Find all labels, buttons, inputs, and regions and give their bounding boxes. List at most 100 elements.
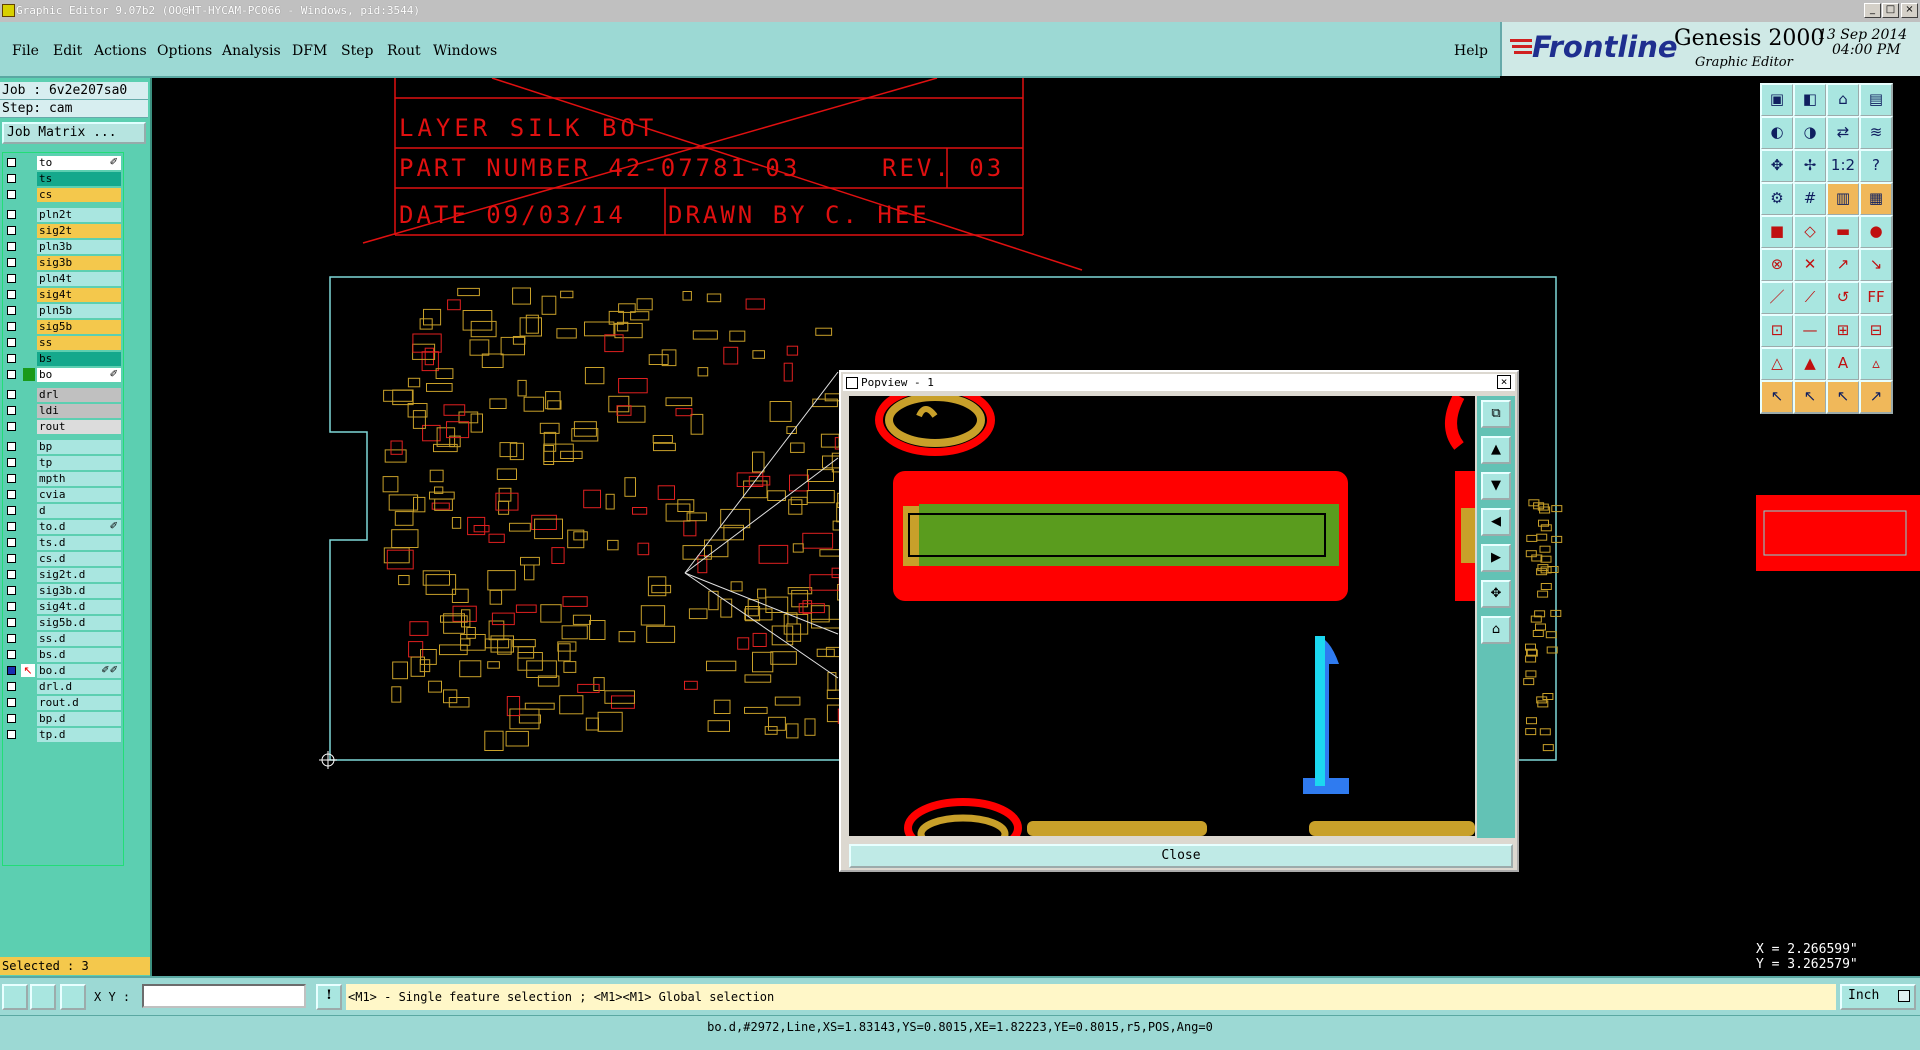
open-icon[interactable]: ▣	[1760, 83, 1794, 117]
layer-row[interactable]: bp.d	[3, 712, 121, 726]
layer-checkbox[interactable]	[7, 490, 16, 499]
circle-icon[interactable]: ●	[1859, 215, 1893, 249]
layer-checkbox[interactable]	[7, 422, 16, 431]
save-icon[interactable]: ◧	[1793, 83, 1827, 117]
triangle-icon[interactable]: △	[1760, 347, 1794, 381]
layer-checkbox[interactable]	[7, 210, 16, 219]
layer-checkbox[interactable]	[7, 274, 16, 283]
popview-close-icon[interactable]: ×	[1497, 375, 1511, 389]
layer-row[interactable]: pln4t	[3, 272, 121, 286]
home-icon[interactable]: ⌂	[1826, 83, 1860, 117]
popview-canvas[interactable]	[849, 396, 1475, 836]
layer-checkbox[interactable]	[7, 390, 16, 399]
select-window-icon[interactable]: ⊡	[1760, 314, 1794, 348]
pointer-multi-icon[interactable]: ↗	[1859, 380, 1893, 414]
layer-flip-icon[interactable]: ≋	[1859, 116, 1893, 150]
layer-checkbox[interactable]	[7, 730, 16, 739]
snap-icon[interactable]	[2, 984, 28, 1010]
layer-left-icon[interactable]: ◐	[1760, 116, 1794, 150]
layer-row[interactable]: bo ✐	[3, 368, 121, 382]
popview-close-button[interactable]: Close	[849, 844, 1513, 868]
triangle-b-icon[interactable]: ▵	[1859, 347, 1893, 381]
maximize-button[interactable]: □	[1882, 3, 1899, 18]
layer-row[interactable]: ss	[3, 336, 121, 350]
popview-home-icon[interactable]: ⌂	[1481, 616, 1511, 644]
layer-row[interactable]: bp	[3, 440, 121, 454]
menu-actions[interactable]: Actions	[94, 43, 147, 59]
layer-checkbox[interactable]	[7, 474, 16, 483]
layer-checkbox[interactable]	[7, 226, 16, 235]
popview-menu-icon[interactable]	[846, 377, 858, 389]
ff-icon[interactable]: FF	[1859, 281, 1893, 315]
info-icon[interactable]: !	[316, 984, 342, 1010]
window-icon[interactable]: ▤	[1859, 83, 1893, 117]
layer-row[interactable]: ts	[3, 172, 121, 186]
swap-icon[interactable]: ⇄	[1826, 116, 1860, 150]
layer-checkbox[interactable]	[7, 698, 16, 707]
layer-row[interactable]: pln3b	[3, 240, 121, 254]
arc-icon[interactable]: ↺	[1826, 281, 1860, 315]
grid-icon[interactable]	[60, 984, 86, 1010]
cut-icon[interactable]: ✕	[1793, 248, 1827, 282]
popview-zoom-in-icon[interactable]: ⧉	[1481, 400, 1511, 428]
layer-row[interactable]: ↖ bo.d ✐✐	[3, 664, 121, 678]
layer-row[interactable]: mpth	[3, 472, 121, 486]
scale-1-2-icon[interactable]: 1:2	[1826, 149, 1860, 183]
layer-checkbox[interactable]	[7, 442, 16, 451]
layer-row[interactable]: sig3b.d	[3, 584, 121, 598]
layer-row[interactable]: to ✐	[3, 156, 121, 170]
select-box-icon[interactable]: ⊞	[1826, 314, 1860, 348]
layer-row[interactable]: tp	[3, 456, 121, 470]
layer-checkbox[interactable]	[7, 570, 16, 579]
layer-row[interactable]: sig4t	[3, 288, 121, 302]
layer-checkbox[interactable]	[7, 406, 16, 415]
measure-icon[interactable]	[30, 984, 56, 1010]
layer-row[interactable]: sig5b.d	[3, 616, 121, 630]
job-matrix-button[interactable]: Job Matrix ...	[2, 122, 146, 144]
snap-setting-icon[interactable]: ⚙	[1760, 182, 1794, 216]
xy-input[interactable]	[142, 984, 306, 1008]
menu-options[interactable]: Options	[157, 43, 212, 59]
menu-analysis[interactable]: Analysis	[222, 43, 281, 59]
menu-edit[interactable]: Edit	[53, 43, 82, 59]
layer-right-icon[interactable]: ◑	[1793, 116, 1827, 150]
layer-row[interactable]: ldi	[3, 404, 121, 418]
layer-row[interactable]: tp.d	[3, 728, 121, 742]
zoom-fit-icon[interactable]: ✥	[1760, 149, 1794, 183]
layer-row[interactable]: d	[3, 504, 121, 518]
popview-pan-right-icon[interactable]: ▶	[1481, 544, 1511, 572]
layer-checkbox[interactable]	[7, 682, 16, 691]
layer-row[interactable]: ts.d	[3, 536, 121, 550]
layer-checkbox[interactable]	[7, 322, 16, 331]
layer-checkbox[interactable]	[7, 714, 16, 723]
pointer-icon[interactable]: ↖	[1760, 380, 1794, 414]
layer-row[interactable]: sig2t	[3, 224, 121, 238]
menu-step[interactable]: Step	[341, 43, 373, 59]
popview-fit-icon[interactable]: ✥	[1481, 580, 1511, 608]
layer-checkbox[interactable]	[7, 554, 16, 563]
layer-row[interactable]: bs.d	[3, 648, 121, 662]
layer-row[interactable]: pln5b	[3, 304, 121, 318]
polygon-icon[interactable]: ◇	[1793, 215, 1827, 249]
layer-row[interactable]: ss.d	[3, 632, 121, 646]
connect-icon[interactable]: ⊗	[1760, 248, 1794, 282]
layer-checkbox[interactable]	[7, 290, 16, 299]
pointer-two-icon[interactable]: ↖	[1826, 380, 1860, 414]
layer-checkbox[interactable]	[7, 650, 16, 659]
minimize-button[interactable]: _	[1864, 3, 1881, 18]
help-icon[interactable]: ?	[1859, 149, 1893, 183]
select-group-icon[interactable]: ⊟	[1859, 314, 1893, 348]
layer-row[interactable]: pln2t	[3, 208, 121, 222]
layer-checkbox[interactable]	[7, 458, 16, 467]
layer-checkbox[interactable]	[7, 354, 16, 363]
layer-checkbox[interactable]	[7, 258, 16, 267]
layer-checkbox[interactable]	[7, 190, 16, 199]
menu-file[interactable]: File	[12, 43, 39, 59]
layer-checkbox[interactable]	[7, 370, 16, 379]
layer-row[interactable]: cs	[3, 188, 121, 202]
layer-checkbox[interactable]	[7, 522, 16, 531]
layer-checkbox[interactable]	[7, 586, 16, 595]
layer-checkbox[interactable]	[7, 506, 16, 515]
grid-icon[interactable]: #	[1793, 182, 1827, 216]
popview-pan-up-icon[interactable]: ▼	[1481, 472, 1511, 500]
